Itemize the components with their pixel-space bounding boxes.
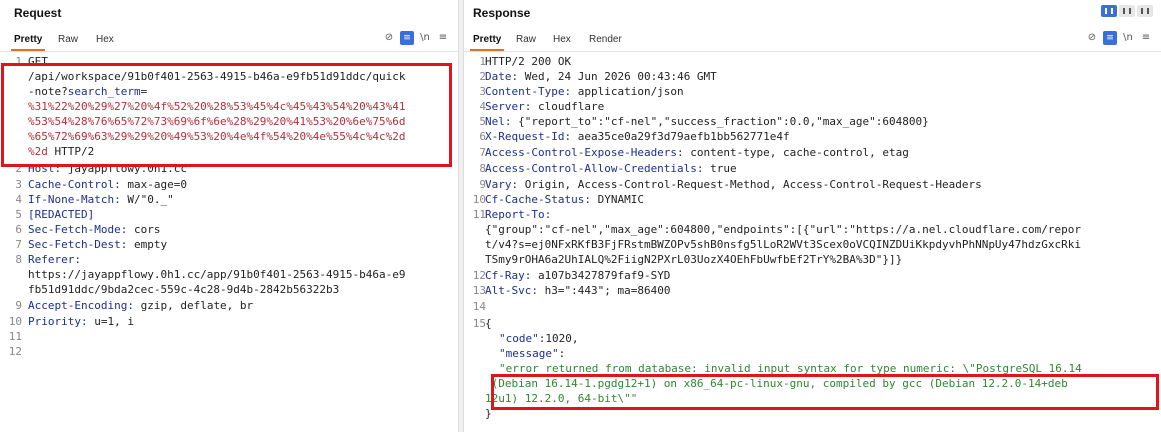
- menu-icon[interactable]: ≡: [436, 31, 450, 45]
- request-toolbar: ⊘ ≡ \n ≡: [382, 31, 452, 47]
- header-report-to-key: Report-To:: [485, 208, 552, 221]
- line-number: 5: [15, 208, 22, 221]
- line-number: 9: [15, 299, 22, 312]
- header-referer-key: Referer:: [28, 253, 81, 266]
- line-number: 10: [472, 193, 486, 206]
- request-pane: Request Pretty Raw Hex ⊘ ≡ \n ≡ 1 GET /a…: [0, 0, 458, 432]
- tab-hex[interactable]: Hex: [96, 34, 114, 45]
- status-line: HTTP/2 200 OK: [485, 55, 572, 68]
- request-line-method: GET: [28, 55, 48, 68]
- json-close-brace: }: [485, 407, 492, 420]
- header-alt-svc: Alt-Svc: h3=":443"; ma=86400: [485, 284, 671, 297]
- header-report-to-val-1: {"group":"cf-nel","max_age":604800,"endp…: [485, 223, 1082, 236]
- header-host: Host: jayappflowy.0h1.cc: [28, 162, 187, 175]
- header-date: Date: Wed, 24 Jun 2026 00:43:46 GMT: [485, 70, 717, 83]
- line-number: 1: [479, 55, 486, 68]
- newline-icon[interactable]: \n: [1121, 31, 1135, 45]
- tab-pretty[interactable]: Pretty: [469, 34, 505, 51]
- line-number: 11: [472, 208, 486, 221]
- header-x-request-id: X-Request-Id: aea35ce0a29f3d79aefb1bb562…: [485, 130, 790, 143]
- line-number: 5: [479, 115, 486, 128]
- header-cf-ray: Cf-Ray: a107b3427879faf9-SYD: [485, 269, 671, 282]
- line-number: 4: [15, 193, 22, 206]
- tab-hex[interactable]: Hex: [553, 34, 571, 45]
- line-number: 3: [15, 178, 22, 191]
- line-number: 7: [15, 238, 22, 251]
- wrap-lines-icon[interactable]: ≡: [400, 31, 414, 45]
- line-number: 11: [8, 330, 22, 343]
- param-key: search_term: [67, 85, 141, 98]
- eye-slash-icon[interactable]: ⊘: [1085, 31, 1099, 45]
- encoded-payload-2: %53%54%28%76%65%72%73%69%6f%6e%28%29%20%…: [28, 115, 406, 128]
- response-title: Response: [473, 6, 531, 20]
- line-number: 9: [479, 178, 486, 191]
- header-referer-val-2: fb51d91ddc/9bda2cec-559c-4c28-9d4b-2842b…: [28, 283, 340, 296]
- encoded-payload-3: %65%72%69%63%29%29%20%49%53%20%4e%4f%54%…: [28, 130, 406, 143]
- line-number: 1: [15, 55, 22, 68]
- newline-icon[interactable]: \n: [418, 31, 432, 45]
- header-server: Server: cloudflare: [485, 100, 605, 113]
- request-line-proto: %2d HTTP/2: [28, 145, 94, 158]
- json-code: "code":1020,: [499, 332, 579, 345]
- response-pane: Response Pretty Raw Hex Render ⊘ ≡ \n ≡ …: [464, 0, 1161, 432]
- header-referer-val-1: https://jayappflowy.0h1.cc/app/91b0f401-…: [28, 268, 406, 281]
- json-open-brace: {: [485, 317, 492, 330]
- layout-toggle-group: [1101, 5, 1153, 19]
- header-content-type: Content-Type: application/json: [485, 85, 684, 98]
- line-number: 6: [479, 130, 486, 143]
- eye-slash-icon[interactable]: ⊘: [382, 31, 396, 45]
- single-pane-icon[interactable]: [1137, 5, 1153, 17]
- response-toolbar: ⊘ ≡ \n ≡: [1085, 31, 1155, 47]
- request-line-path: /api/workspace/91b0f401-2563-4915-b46a-e…: [28, 70, 406, 83]
- menu-icon[interactable]: ≡: [1139, 31, 1153, 45]
- line-number: 14: [472, 300, 486, 313]
- path-segment: -note?: [28, 85, 68, 98]
- line-number: 6: [15, 223, 22, 236]
- line-number: 2: [15, 162, 22, 175]
- line-number: 8: [15, 253, 22, 266]
- http-version: HTTP/2: [47, 145, 95, 158]
- encoded-payload-4: %2d: [28, 145, 48, 158]
- wrap-lines-icon[interactable]: ≡: [1103, 31, 1117, 45]
- line-number: 12: [8, 345, 22, 358]
- line-number: 8: [479, 162, 486, 175]
- header-acao-credentials: Access-Control-Allow-Credentials: true: [485, 162, 737, 175]
- header-report-to-val-2: t/v4?s=ej0NFxRKfB3FjFRstmBWZOPv5shB0nsfg…: [485, 238, 1082, 251]
- tab-pretty[interactable]: Pretty: [10, 34, 46, 51]
- json-message-key: "message":: [499, 347, 566, 360]
- line-number: 7: [479, 146, 486, 159]
- line-number: 15: [472, 317, 486, 330]
- tab-raw[interactable]: Raw: [58, 34, 78, 45]
- line-number: 12: [472, 269, 486, 282]
- header-cache-control: Cache-Control: max-age=0: [28, 178, 187, 191]
- header-cf-cache-status: Cf-Cache-Status: DYNAMIC: [485, 193, 644, 206]
- header-if-none-match: If-None-Match: W/"0._": [28, 193, 174, 206]
- request-line-path-cont: -note?search_term=: [28, 85, 147, 98]
- header-redacted: [REDACTED]: [28, 208, 95, 221]
- line-number: 13: [472, 284, 486, 297]
- split-horizontal-icon[interactable]: [1119, 5, 1135, 17]
- json-message-val-2: (Debian 16.14-1.pgdg12+1) on x86_64-pc-l…: [485, 377, 1068, 390]
- split-vertical-icon[interactable]: [1101, 5, 1117, 17]
- header-sec-fetch-dest: Sec-Fetch-Dest: empty: [28, 238, 168, 251]
- response-tabs: Pretty Raw Hex Render: [464, 30, 1161, 52]
- header-accept-encoding: Accept-Encoding: gzip, deflate, br: [28, 299, 254, 312]
- param-eq: =: [140, 85, 148, 98]
- request-title: Request: [14, 6, 62, 20]
- tab-render[interactable]: Render: [589, 34, 622, 45]
- encoded-payload-1: %31%22%20%29%27%20%4f%52%20%28%53%45%4c%…: [28, 100, 406, 113]
- line-number: 3: [479, 85, 486, 98]
- json-message-val-3: 12u1) 12.2.0, 64-bit\"": [485, 392, 638, 405]
- header-sec-fetch-mode: Sec-Fetch-Mode: cors: [28, 223, 161, 236]
- tab-raw[interactable]: Raw: [516, 34, 536, 45]
- header-vary: Vary: Origin, Access-Control-Request-Met…: [485, 178, 982, 191]
- line-number: 4: [479, 100, 486, 113]
- header-priority: Priority: u=1, i: [28, 315, 134, 328]
- line-number: 2: [479, 70, 486, 83]
- header-acao-expose: Access-Control-Expose-Headers: content-t…: [485, 146, 909, 159]
- header-report-to-val-3: TSmy9rOHA6a2UhIALQ%2FiigN2PXrL03UozX4OEh…: [485, 253, 903, 266]
- line-number: 10: [8, 315, 22, 328]
- header-nel: Nel: {"report_to":"cf-nel","success_frac…: [485, 115, 929, 128]
- json-message-val-1: "error returned from database: invalid i…: [499, 362, 1082, 375]
